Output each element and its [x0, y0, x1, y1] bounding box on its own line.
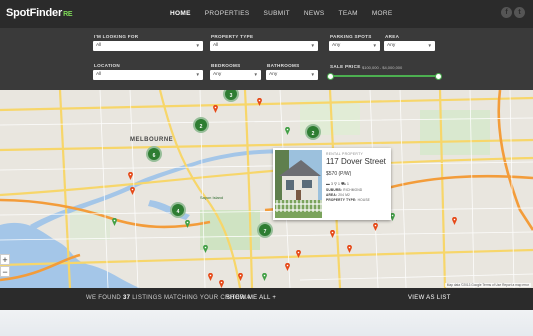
nav-home[interactable]: HOME: [170, 10, 191, 17]
map-cluster[interactable]: 7: [257, 222, 273, 238]
location-label: LOCATION: [94, 63, 121, 68]
top-header: SpotFinderRE HOME PROPERTIES SUBMIT NEWS…: [0, 0, 533, 28]
bedrooms-select[interactable]: Any ▼: [210, 70, 261, 80]
map-cluster[interactable]: 2: [193, 117, 209, 133]
chevron-down-icon: ▼: [310, 43, 315, 48]
map-pin-icon[interactable]: [128, 167, 133, 180]
nav-properties[interactable]: PROPERTIES: [205, 10, 250, 17]
map-pin-icon[interactable]: [296, 245, 301, 258]
place-label: Sayon Island: [200, 195, 224, 200]
zoom-in-button[interactable]: +: [0, 254, 10, 265]
sale-price-range: $100,000 - $4,000,000: [362, 65, 403, 70]
map-pin-icon[interactable]: [130, 182, 135, 195]
property-type-select[interactable]: All ▼: [210, 41, 318, 51]
map-cluster[interactable]: 6: [146, 146, 162, 162]
property-type: PROPERTY TYPE: HOUSE: [326, 198, 370, 202]
map-pin-icon[interactable]: [219, 275, 224, 288]
app-root: { "brand": { "name": "SpotFinder", "suff…: [0, 0, 533, 336]
map-pin-icon[interactable]: [203, 240, 208, 253]
twitter-icon[interactable]: t: [514, 7, 525, 18]
bathrooms-label: BATHROOMS: [267, 63, 300, 68]
price-slider-track[interactable]: [330, 75, 438, 77]
sale-price-label: SALE PRICE: [330, 64, 361, 69]
view-as-list-link[interactable]: VIEW AS LIST: [408, 295, 451, 301]
map-pin-icon[interactable]: [208, 268, 213, 281]
property-area: AREA: 204 M2: [326, 193, 351, 197]
map-pin-icon[interactable]: [112, 213, 117, 226]
property-map[interactable]: MELBOURNE Sayon Island 3 2 2 6 4 7 + − M…: [0, 90, 533, 288]
chevron-down-icon: ▼: [195, 43, 200, 48]
looking-for-label: I'M LOOKING FOR: [94, 34, 139, 39]
brand-logo[interactable]: SpotFinderRE: [6, 7, 73, 19]
map-attribution: Map data ©2013 Google Terms of Use Repor…: [444, 283, 531, 287]
nav-team[interactable]: TEAM: [339, 10, 358, 17]
search-panel: I'M LOOKING FOR All ▼ PROPERTY TYPE All ▼ …: [0, 28, 533, 90]
area-label: AREA: [385, 34, 400, 39]
property-type-label: PROPERTY TYPE: [211, 34, 254, 39]
nav-news[interactable]: NEWS: [304, 10, 325, 17]
map-canvas: [0, 90, 533, 288]
page-below-fold: [0, 310, 533, 336]
map-pin-icon[interactable]: [347, 240, 352, 253]
price-slider-max-handle[interactable]: [434, 72, 442, 80]
property-title[interactable]: 117 Dover Street: [326, 157, 386, 166]
main-nav: HOME PROPERTIES SUBMIT NEWS TEAM MORE: [170, 10, 407, 17]
location-select[interactable]: All ▼: [93, 70, 203, 80]
bathrooms-select[interactable]: Any ▼: [266, 70, 318, 80]
property-type-tag: RENTAL PROPERTY: [326, 152, 364, 156]
chevron-down-icon: ▼: [427, 43, 432, 48]
map-pin-icon[interactable]: [213, 100, 218, 113]
chevron-down-icon: ▼: [253, 72, 258, 77]
bedrooms-label: BEDROOMS: [211, 63, 241, 68]
property-price: $570 (P/W): [326, 171, 352, 177]
show-all-link[interactable]: SHOW ME ALL +: [226, 295, 276, 301]
map-pin-icon[interactable]: [285, 258, 290, 271]
parking-spots-select[interactable]: Any ▼: [329, 41, 380, 51]
price-slider-min-handle[interactable]: [326, 72, 334, 80]
map-pin-icon[interactable]: [262, 268, 267, 281]
property-photo[interactable]: [275, 150, 322, 218]
map-pin-icon[interactable]: [238, 268, 243, 281]
property-features: ▬ 3 ⚲ 1 ⛟ 1: [326, 182, 349, 186]
map-cluster[interactable]: 4: [170, 202, 186, 218]
nav-more[interactable]: MORE: [372, 10, 393, 17]
map-pin-icon[interactable]: [257, 93, 262, 106]
chevron-down-icon: ▼: [195, 72, 200, 77]
map-cluster[interactable]: 2: [305, 124, 321, 140]
zoom-out-button[interactable]: −: [0, 266, 10, 277]
property-popup[interactable]: RENTAL PROPERTY 117 Dover Street $570 (P…: [273, 148, 391, 220]
map-pin-icon[interactable]: [330, 225, 335, 238]
area-select[interactable]: Any ▼: [384, 41, 435, 51]
parking-spots-label: PARKING SPOTS: [330, 34, 372, 39]
looking-for-select[interactable]: All ▼: [93, 41, 203, 51]
map-pin-icon[interactable]: [285, 122, 290, 135]
map-pin-icon[interactable]: [185, 215, 190, 228]
chevron-down-icon: ▼: [372, 43, 377, 48]
facebook-icon[interactable]: f: [501, 7, 512, 18]
map-pin-icon[interactable]: [452, 212, 457, 225]
results-bar: WE FOUND 37 LISTINGS MATCHING YOUR CRITE…: [0, 288, 533, 310]
chevron-down-icon: ▼: [310, 72, 315, 77]
property-suburb: SUBURB: RICHMOND: [326, 188, 363, 192]
city-label: MELBOURNE: [130, 137, 174, 143]
nav-submit[interactable]: SUBMIT: [263, 10, 289, 17]
